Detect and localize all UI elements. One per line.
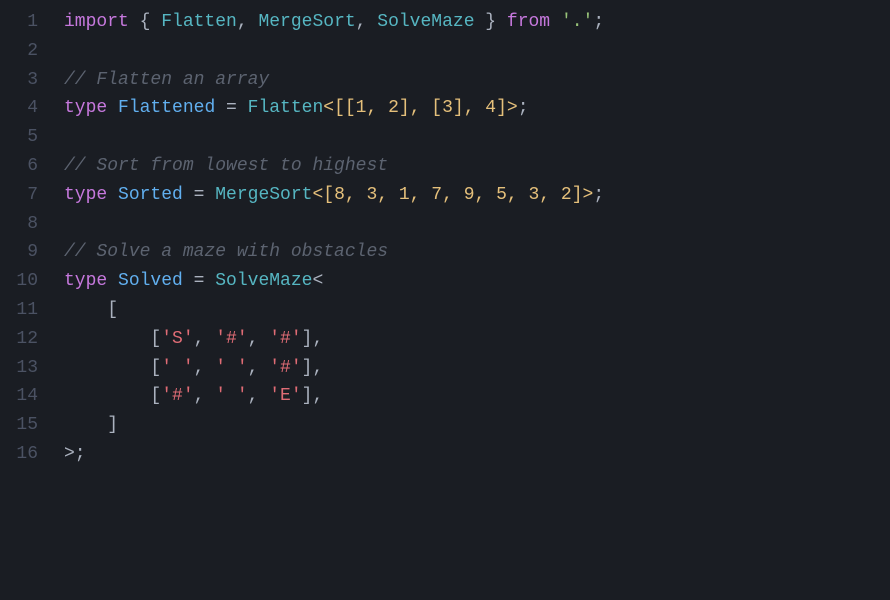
code-line: ['S', '#', '#'], bbox=[64, 325, 874, 354]
token: = bbox=[183, 185, 215, 205]
token: Flatten bbox=[161, 12, 237, 32]
token: type bbox=[64, 98, 107, 118]
line-number: 9 bbox=[10, 238, 38, 267]
token: type bbox=[64, 271, 107, 291]
token: // Sort from lowest to highest bbox=[64, 156, 388, 176]
token: ], bbox=[302, 358, 324, 378]
token: MergeSort bbox=[258, 12, 355, 32]
token bbox=[107, 98, 118, 118]
line-numbers: 12345678910111213141516 bbox=[0, 8, 48, 592]
token: , bbox=[248, 358, 270, 378]
line-number: 15 bbox=[10, 411, 38, 440]
code-line bbox=[64, 123, 874, 152]
token: [ bbox=[64, 358, 161, 378]
token: SolveMaze bbox=[377, 12, 474, 32]
code-line: // Sort from lowest to highest bbox=[64, 152, 874, 181]
token bbox=[107, 185, 118, 205]
token: ; bbox=[518, 98, 529, 118]
code-line: [ bbox=[64, 296, 874, 325]
code-line: [' ', ' ', '#'], bbox=[64, 354, 874, 383]
token: '#' bbox=[215, 329, 247, 349]
line-number: 13 bbox=[10, 354, 38, 383]
token: , bbox=[248, 329, 270, 349]
line-number: 3 bbox=[10, 66, 38, 95]
token: // Solve a maze with obstacles bbox=[64, 242, 388, 262]
line-number: 16 bbox=[10, 440, 38, 469]
token: '.' bbox=[561, 12, 593, 32]
line-number: 4 bbox=[10, 94, 38, 123]
token: Sorted bbox=[118, 185, 183, 205]
token: { bbox=[129, 12, 161, 32]
code-editor: 12345678910111213141516 import { Flatten… bbox=[0, 0, 890, 600]
line-number: 10 bbox=[10, 267, 38, 296]
token: <[[1, 2], [3], 4]> bbox=[323, 98, 517, 118]
code-line: type Flattened = Flatten<[[1, 2], [3], 4… bbox=[64, 94, 874, 123]
token: = bbox=[183, 271, 215, 291]
line-number: 14 bbox=[10, 382, 38, 411]
token: , bbox=[194, 386, 216, 406]
token: ], bbox=[302, 329, 324, 349]
token: ; bbox=[593, 185, 604, 205]
token: MergeSort bbox=[215, 185, 312, 205]
code-line: ] bbox=[64, 411, 874, 440]
token: , bbox=[237, 12, 259, 32]
token: Flattened bbox=[118, 98, 215, 118]
token: type bbox=[64, 185, 107, 205]
token: } bbox=[475, 12, 507, 32]
code-line: >; bbox=[64, 440, 874, 469]
token: >; bbox=[64, 444, 86, 464]
code-line: type Sorted = MergeSort<[8, 3, 1, 7, 9, … bbox=[64, 181, 874, 210]
line-number: 12 bbox=[10, 325, 38, 354]
token: , bbox=[356, 12, 378, 32]
code-line bbox=[64, 37, 874, 66]
token: Flatten bbox=[248, 98, 324, 118]
token: [ bbox=[64, 300, 118, 320]
token: [ bbox=[64, 329, 161, 349]
token: '#' bbox=[161, 386, 193, 406]
token: import bbox=[64, 12, 129, 32]
token: = bbox=[215, 98, 247, 118]
token: '#' bbox=[269, 358, 301, 378]
token: from bbox=[507, 12, 550, 32]
code-content: import { Flatten, MergeSort, SolveMaze }… bbox=[48, 8, 890, 592]
token: 'S' bbox=[161, 329, 193, 349]
token: // Flatten an array bbox=[64, 70, 269, 90]
token: ' ' bbox=[215, 358, 247, 378]
code-line: type Solved = SolveMaze< bbox=[64, 267, 874, 296]
token bbox=[107, 271, 118, 291]
token: , bbox=[194, 358, 216, 378]
line-number: 7 bbox=[10, 181, 38, 210]
token bbox=[550, 12, 561, 32]
line-number: 1 bbox=[10, 8, 38, 37]
token: ], bbox=[302, 386, 324, 406]
code-line: // Solve a maze with obstacles bbox=[64, 238, 874, 267]
token: , bbox=[248, 386, 270, 406]
line-number: 5 bbox=[10, 123, 38, 152]
line-number: 11 bbox=[10, 296, 38, 325]
token: ; bbox=[593, 12, 604, 32]
line-number: 6 bbox=[10, 152, 38, 181]
token: <[8, 3, 1, 7, 9, 5, 3, 2]> bbox=[312, 185, 593, 205]
line-number: 8 bbox=[10, 210, 38, 239]
code-line: ['#', ' ', 'E'], bbox=[64, 382, 874, 411]
token: , bbox=[194, 329, 216, 349]
token: ' ' bbox=[215, 386, 247, 406]
token: Solved bbox=[118, 271, 183, 291]
token: < bbox=[312, 271, 323, 291]
code-line: // Flatten an array bbox=[64, 66, 874, 95]
code-line: import { Flatten, MergeSort, SolveMaze }… bbox=[64, 8, 874, 37]
token: [ bbox=[64, 386, 161, 406]
token: SolveMaze bbox=[215, 271, 312, 291]
token: '#' bbox=[269, 329, 301, 349]
line-number: 2 bbox=[10, 37, 38, 66]
token: 'E' bbox=[269, 386, 301, 406]
token: ' ' bbox=[161, 358, 193, 378]
code-line bbox=[64, 210, 874, 239]
token: ] bbox=[64, 415, 118, 435]
